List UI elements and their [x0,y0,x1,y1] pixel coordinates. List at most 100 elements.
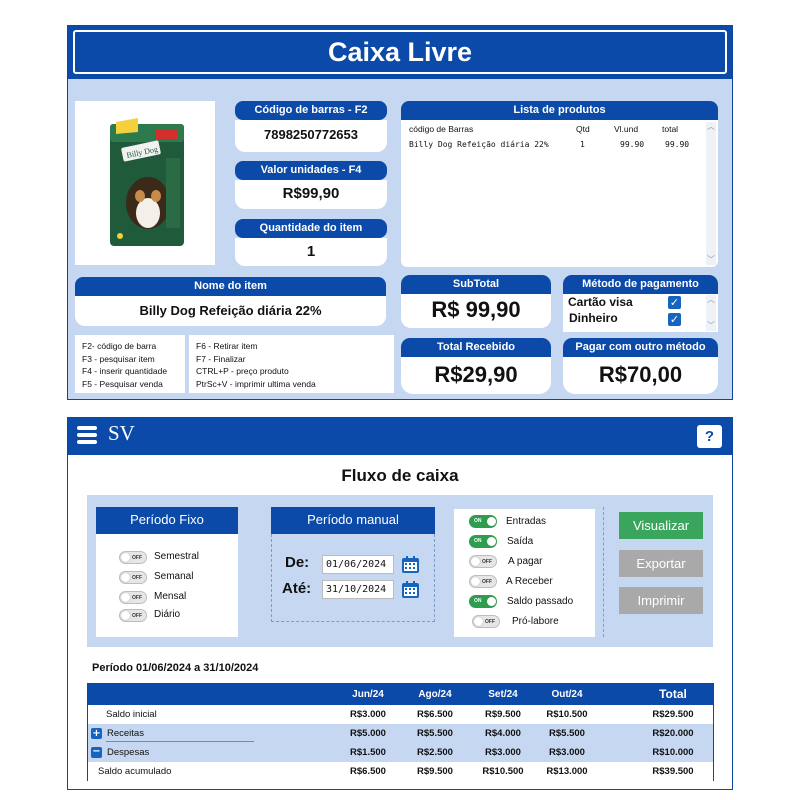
shortcut-f4: F4 - inserir quantidade [82,366,168,376]
payment-option-card-label: Cartão visa [568,295,633,309]
toggle-mensal[interactable]: OFF [119,591,147,604]
visualizar-button[interactable]: Visualizar [619,512,703,539]
toggle-saldo-passado[interactable]: ON [469,595,497,608]
payment-method-list[interactable]: Cartão visa ✓ Dinheiro ✓ ︿ ﹀ [563,294,718,332]
table-row: Saldo acumulado R$6.500 R$9.500 R$10.500… [88,762,713,781]
imprimir-button[interactable]: Imprimir [619,587,703,614]
shortcuts-left: F2- código de barra F3 - pesquisar item … [75,335,185,393]
toggle-a-pagar[interactable]: OFF [469,555,497,568]
dog-food-bag-image: Billy Dog [110,118,184,246]
fixed-period-box: Período Fixo OFF Semestral OFF Semanal O… [96,507,238,637]
checkbox-card-icon[interactable]: ✓ [668,296,681,309]
col-header-qty: Qtd [576,124,590,134]
cell: R$10.000 [652,747,694,758]
barcode-field[interactable]: 7898250772653 [235,120,387,152]
manual-period-box: De: 01/06/2024 Até: 31/10/2024 [271,534,435,622]
scroll-down-icon[interactable]: ﹀ [706,255,716,265]
cell: R$1.500 [350,747,386,758]
cell: R$5.500 [417,728,453,739]
list-item-name: Billy Dog Refeição diária 22% [409,140,549,149]
col-header-barcode: código de Barras [409,124,474,134]
unit-value-field[interactable]: R$99,90 [235,180,387,209]
toggle-diario-label: Diário [154,609,181,620]
cash-flow-table: Jun/24 Ago/24 Set/24 Out/24 Total Saldo … [87,683,714,781]
product-list[interactable]: código de Barras Qtd Vl.und total Billy … [401,120,718,267]
list-item-unit: 99.90 [620,140,645,149]
pos-header: Caixa Livre [68,26,732,79]
toggle-a-pagar-label: A pagar [508,556,543,567]
expand-plus-icon[interactable]: + [91,728,102,739]
calendar-icon[interactable] [401,580,420,599]
col-header-set: Set/24 [488,689,518,700]
period-summary: Período 01/06/2024 a 31/10/2024 [92,662,259,674]
cell: R$20.000 [652,728,694,739]
barcode-value: 7898250772653 [264,127,358,142]
product-list-scrollbar[interactable]: ︿ ﹀ [706,122,716,265]
barcode-label: Código de barras - F2 [235,101,387,120]
row-underline [106,741,254,742]
toggle-saida[interactable]: ON [469,535,497,548]
cell: R$6.500 [350,766,386,777]
checkbox-cash-icon[interactable]: ✓ [668,313,681,326]
toggle-pro-labore[interactable]: OFF [472,615,500,628]
shortcut-f6: F6 - Retirar item [196,341,258,351]
col-header-total: total [662,124,679,134]
payment-scrollbar[interactable]: ︿ ﹀ [706,295,716,331]
cell: R$29.500 [652,709,694,720]
quantity-field[interactable]: 1 [235,238,387,266]
to-label: Até: [282,580,312,597]
shortcut-f7: F7 - Finalizar [196,353,246,364]
hamburger-menu-icon[interactable] [77,426,97,444]
to-date-input[interactable]: 31/10/2024 [322,580,394,599]
collapse-minus-icon[interactable]: − [91,747,102,758]
total-received-label: Total Recebido [401,338,551,357]
cell: R$3.000 [350,709,386,720]
divider [603,507,604,637]
table-row[interactable]: + Receitas R$5.000 R$5.500 R$4.000 R$5.5… [88,724,713,743]
subtotal-box: R$ 99,90 [401,294,551,328]
item-name-field[interactable]: Billy Dog Refeição diária 22% [75,296,386,326]
manual-period-title: Período manual [271,507,435,534]
other-method-label: Pagar com outro método [563,338,718,357]
pos-title-box: Caixa Livre [73,30,727,74]
toggle-entradas[interactable]: ON [469,515,497,528]
shortcut-print: PtrSc+V - imprimir ultima venda [196,378,316,389]
toggle-semestral[interactable]: OFF [119,551,147,564]
exportar-button[interactable]: Exportar [619,550,703,577]
toggle-mensal-label: Mensal [154,591,187,602]
list-item-qty: 1 [580,140,585,149]
scroll-up-icon[interactable]: ︿ [706,122,716,132]
other-method-box[interactable]: R$70,00 [563,357,718,394]
toggle-pro-labore-label: Pró-labore [512,616,559,627]
page-title: Fluxo de caixa [341,466,459,485]
toggle-saldo-passado-label: Saldo passado [507,596,574,607]
total-received-value: R$29,90 [434,362,518,387]
app-logo: SV [108,421,135,445]
from-date-input[interactable]: 01/06/2024 [322,555,394,574]
cell: R$4.000 [485,728,521,739]
quantity-value: 1 [306,243,316,260]
table-header: Jun/24 Ago/24 Set/24 Out/24 Total [88,684,713,705]
total-received-box: R$29,90 [401,357,551,394]
calendar-icon[interactable] [401,555,420,574]
payment-option-cash-label: Dinheiro [569,311,618,325]
help-button[interactable]: ? [697,425,722,448]
item-name-label: Nome do item [75,277,386,296]
toggle-semestral-label: Semestral [154,551,200,562]
unit-value-label: Valor unidades - F4 [235,161,387,180]
toggle-saida-label: Saída [507,536,534,547]
cell: R$3.000 [549,747,585,758]
scroll-up-icon[interactable]: ︿ [706,295,716,305]
row-label-saldo-acumulado: Saldo acumulado [98,766,172,777]
payment-method-label: Método de pagamento [563,275,718,294]
table-row[interactable]: − Despesas R$1.500 R$2.500 R$3.000 R$3.0… [88,743,713,762]
col-header-jun: Jun/24 [352,689,384,700]
toggle-semanal[interactable]: OFF [119,571,147,584]
subtotal-label: SubTotal [401,275,551,294]
cell: R$9.500 [417,766,453,777]
toggle-a-receber[interactable]: OFF [469,575,497,588]
unit-value: R$99,90 [282,185,340,202]
scroll-down-icon[interactable]: ﹀ [706,321,716,331]
toggle-diario[interactable]: OFF [119,609,147,622]
other-method-value: R$70,00 [598,362,683,387]
